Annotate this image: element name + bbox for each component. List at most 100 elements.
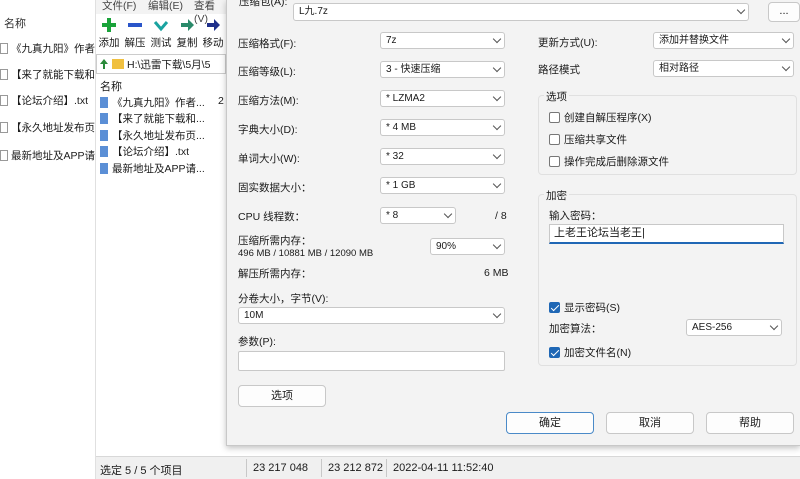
- enc-method-combo[interactable]: AES-256: [686, 319, 782, 336]
- archive-name-combo[interactable]: L九.7z: [293, 3, 749, 21]
- chevron-down-icon: [736, 5, 746, 15]
- menu-file[interactable]: 文件(F): [102, 0, 136, 13]
- column-header-name[interactable]: 名称: [100, 78, 122, 94]
- browse-button[interactable]: ...: [768, 2, 800, 22]
- encrypt-names-checkbox[interactable]: 加密文件名(N): [549, 345, 631, 360]
- add-button[interactable]: 添加: [96, 16, 122, 50]
- status-packed: 23 212 872: [328, 462, 384, 474]
- format-combo[interactable]: 7z: [380, 32, 505, 49]
- menu-edit[interactable]: 编辑(E): [148, 0, 183, 13]
- word-label: 单词大小(W):: [238, 153, 300, 165]
- params-input[interactable]: [238, 351, 505, 371]
- file-icon: [0, 94, 8, 106]
- explorer-column-name[interactable]: 名称: [4, 15, 26, 31]
- chevron-down-icon: [492, 179, 502, 189]
- chevron-down-icon: [492, 92, 502, 102]
- solid-label: 固实数据大小：: [238, 182, 312, 194]
- copy-arrow-icon: [181, 19, 194, 31]
- extract-button[interactable]: 解压: [122, 16, 148, 50]
- chevron-down-icon: [492, 309, 502, 319]
- ok-button[interactable]: 确定: [506, 412, 594, 434]
- menu-bar: 文件(F) 编辑(E) 查看(V): [96, 0, 226, 25]
- update-combo[interactable]: 添加并替换文件: [653, 32, 794, 49]
- zip-window: 文件(F) 编辑(E) 查看(V) 添加 解压 测试 复制 移动 H:\迅雷下载…: [96, 0, 226, 479]
- threads-combo[interactable]: * 8: [380, 207, 456, 224]
- split-combo[interactable]: 10M: [238, 307, 505, 324]
- shared-checkbox[interactable]: 压缩共享文件: [549, 132, 627, 147]
- document-icon: [100, 145, 108, 157]
- delete-after-checkbox[interactable]: 操作完成后删除源文件: [549, 154, 669, 169]
- status-modified: 2022-04-11 11:52:40: [393, 462, 494, 474]
- status-size: 23 217 048: [253, 462, 309, 474]
- chevron-down-icon: [492, 240, 502, 250]
- document-icon: [100, 112, 108, 124]
- cancel-button[interactable]: 取消: [606, 412, 694, 434]
- file-icon: [0, 42, 8, 54]
- address-path: H:\迅雷下载\5月\5: [127, 58, 211, 71]
- chevron-down-icon: [781, 34, 791, 44]
- help-button[interactable]: 帮助: [706, 412, 794, 434]
- list-item[interactable]: 【来了就能下载和...: [100, 110, 226, 126]
- chevron-down-icon: [492, 34, 502, 44]
- up-folder-icon[interactable]: [99, 58, 109, 70]
- mem-comp-label: 压缩所需内存：: [238, 235, 312, 247]
- level-label: 压缩等级(L):: [238, 66, 296, 78]
- file-icon: [0, 121, 8, 133]
- list-item[interactable]: 【永久地址发布页: [0, 117, 96, 137]
- explorer-pane: 名称 《九真九阳》作者 【来了就能下载和 【论坛介绍】.txt 【永久地址发布页…: [0, 0, 96, 479]
- method-combo[interactable]: * LZMA2: [380, 90, 505, 107]
- file-icon: [0, 68, 8, 80]
- folder-icon: [112, 59, 124, 69]
- path-combo[interactable]: 相对路径: [653, 60, 794, 77]
- mem-comp-value: 496 MB / 10881 MB / 12090 MB: [238, 248, 374, 259]
- file-icon: [0, 149, 8, 161]
- chevron-down-icon: [781, 62, 791, 72]
- list-item[interactable]: 【永久地址发布页...: [100, 127, 226, 143]
- level-combo[interactable]: 3 - 快速压缩: [380, 61, 505, 78]
- mem-percent-combo[interactable]: 90%: [430, 238, 505, 255]
- options-group-title: 选项: [544, 89, 569, 104]
- sfx-checkbox[interactable]: 创建自解压程序(X): [549, 110, 652, 125]
- options-button[interactable]: 选项: [238, 385, 326, 407]
- threads-total: / 8: [495, 210, 507, 222]
- document-icon: [100, 96, 108, 108]
- update-label: 更新方式(U):: [538, 37, 598, 49]
- add-to-archive-dialog: 压缩包(A): L九.7z ... 压缩格式(F): 7z 压缩等级(L): 3…: [226, 0, 800, 446]
- chevron-down-icon: [492, 63, 502, 73]
- chevron-down-icon: [492, 150, 502, 160]
- chevron-down-icon: [443, 209, 453, 219]
- test-button[interactable]: 测试: [148, 16, 174, 50]
- word-combo[interactable]: * 32: [380, 148, 505, 165]
- dict-label: 字典大小(D):: [238, 124, 298, 136]
- encryption-group-title: 加密: [544, 188, 569, 203]
- chevron-down-icon: [492, 121, 502, 131]
- address-bar[interactable]: H:\迅雷下载\5月\5: [96, 54, 226, 74]
- column-extra: 2: [218, 95, 224, 107]
- path-label: 路径模式: [538, 64, 580, 76]
- archive-label: 压缩包(A):: [239, 0, 288, 8]
- format-label: 压缩格式(F):: [238, 38, 297, 50]
- list-item[interactable]: 最新地址及APP请...: [100, 160, 226, 176]
- copy-button[interactable]: 复制: [174, 16, 200, 50]
- mem-decomp-label: 解压所需内存：: [238, 268, 312, 280]
- password-input[interactable]: 上老王论坛当老王|: [549, 224, 784, 244]
- enc-method-label: 加密算法：: [549, 323, 602, 335]
- show-password-checkbox[interactable]: 显示密码(S): [549, 300, 620, 315]
- document-icon: [100, 129, 108, 141]
- solid-combo[interactable]: * 1 GB: [380, 177, 505, 194]
- list-item[interactable]: 【论坛介绍】.txt: [100, 143, 226, 159]
- plus-icon: [102, 18, 116, 32]
- minus-icon: [128, 23, 142, 27]
- mem-decomp-value: 6 MB: [484, 267, 509, 279]
- status-selection: 选定 5 / 5 个项目: [100, 465, 183, 477]
- dict-combo[interactable]: * 4 MB: [380, 119, 505, 136]
- list-item[interactable]: 《九真九阳》作者...: [100, 94, 226, 110]
- document-icon: [100, 162, 108, 174]
- chevron-down-icon: [769, 321, 779, 331]
- method-label: 压缩方法(M):: [238, 95, 299, 107]
- list-item[interactable]: 《九真九阳》作者: [0, 38, 96, 58]
- move-button[interactable]: 移动: [200, 16, 226, 50]
- list-item[interactable]: 最新地址及APP请: [0, 145, 96, 165]
- list-item[interactable]: 【论坛介绍】.txt: [0, 90, 96, 110]
- list-item[interactable]: 【来了就能下载和: [0, 64, 96, 84]
